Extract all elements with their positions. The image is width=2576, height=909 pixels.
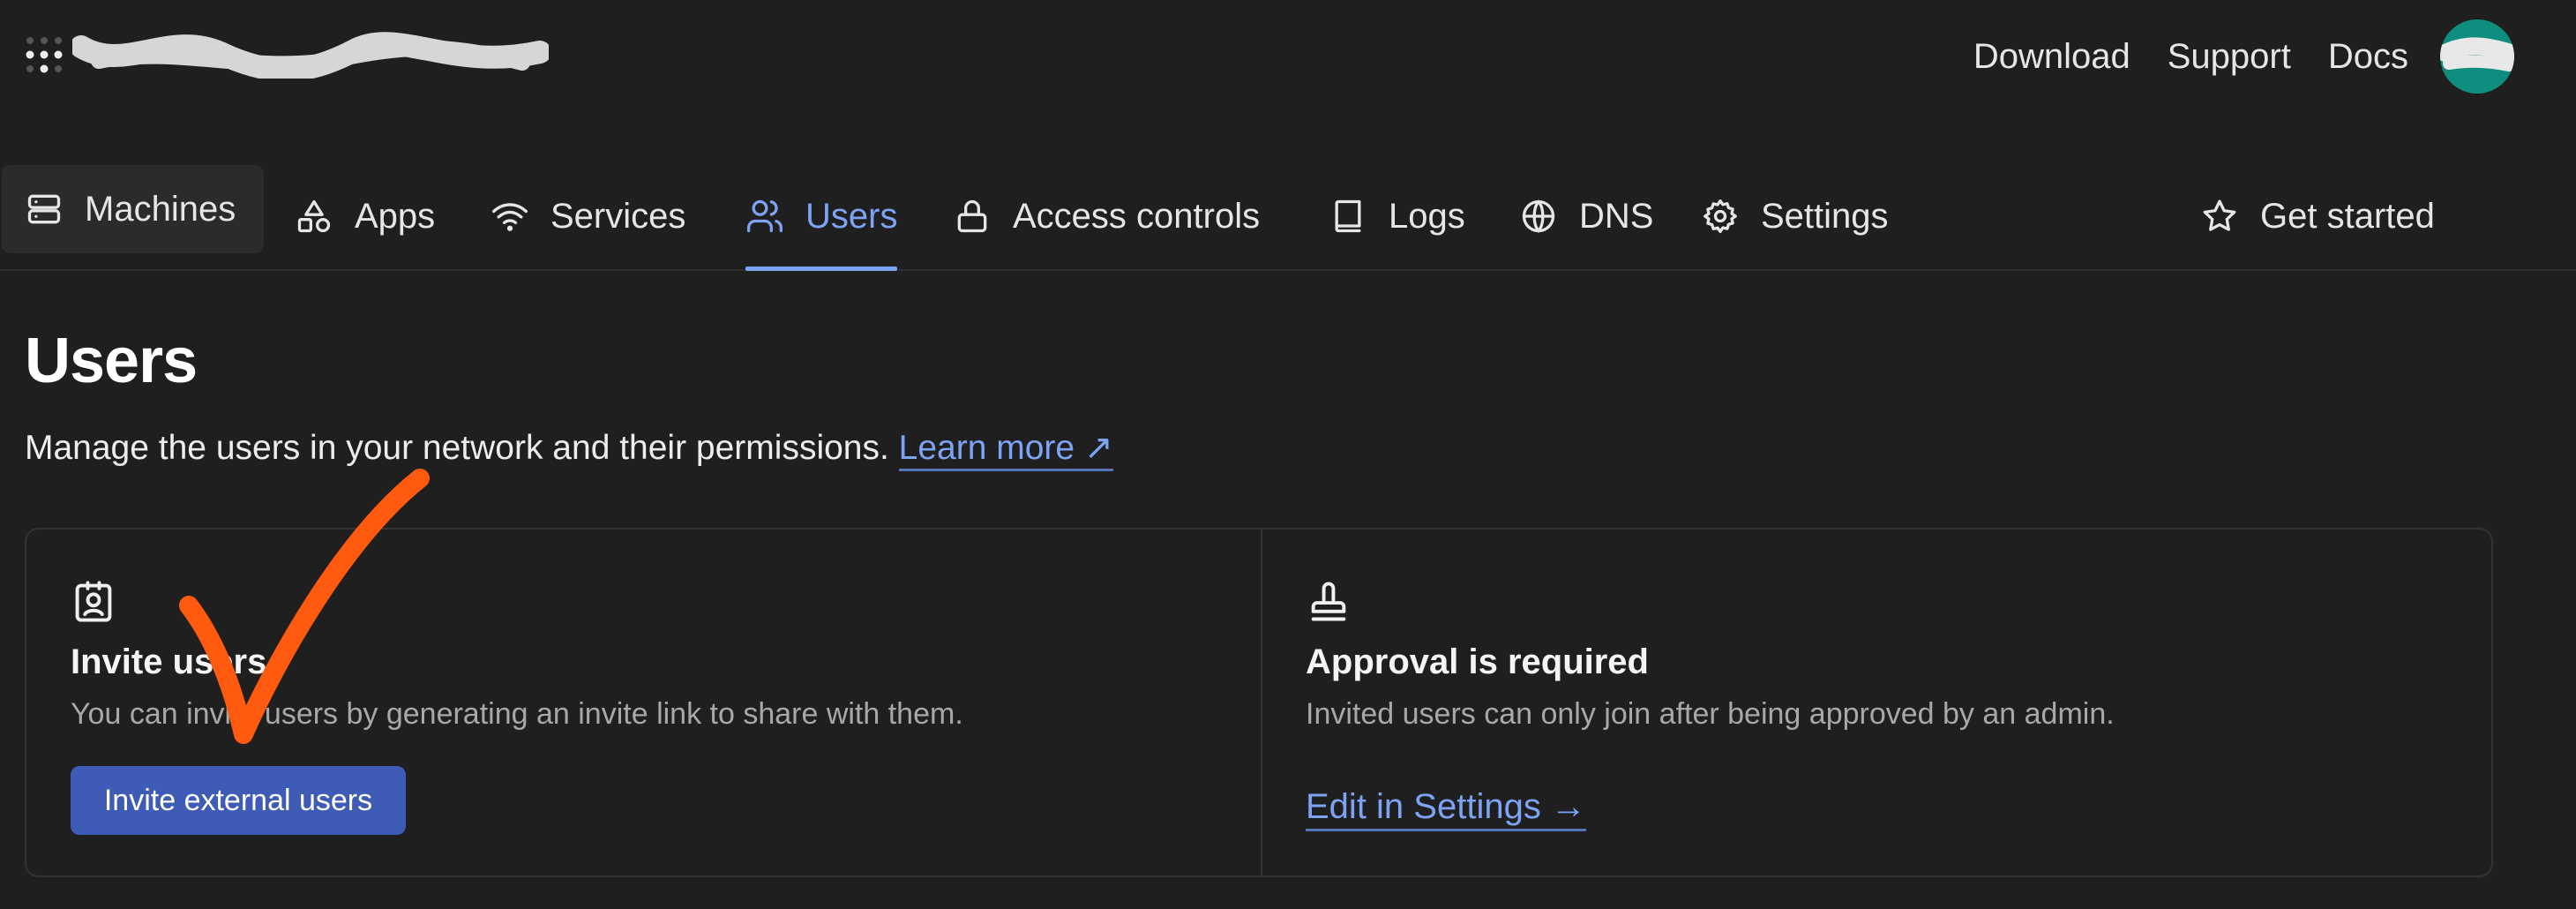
book-icon bbox=[1335, 199, 1361, 233]
download-link[interactable]: Download bbox=[1973, 37, 2130, 77]
card-divider bbox=[1261, 530, 1262, 875]
user-invite-card: Invite users You can invite users by gen… bbox=[25, 528, 2493, 877]
stamp-icon bbox=[1311, 582, 1346, 621]
top-bar: Download Support Docs bbox=[0, 0, 2576, 113]
tab-machines-label: Machines bbox=[85, 189, 236, 229]
tab-users[interactable]: Users bbox=[745, 163, 898, 271]
tab-get-started[interactable]: Get started bbox=[2200, 163, 2435, 269]
tab-settings-label: Settings bbox=[1761, 196, 1889, 236]
invite-users-title: Invite users bbox=[71, 642, 267, 681]
app-grid-icon[interactable] bbox=[25, 35, 64, 74]
tab-apps[interactable]: Apps bbox=[295, 163, 435, 269]
tab-users-label: Users bbox=[805, 196, 898, 236]
tab-apps-label: Apps bbox=[355, 196, 436, 236]
top-navigation: Download Support Docs bbox=[1936, 19, 2514, 94]
shapes-icon bbox=[297, 199, 331, 233]
main-tabs: Machines Apps Services Users Access cont… bbox=[0, 163, 2576, 271]
tab-dns-label: DNS bbox=[1579, 196, 1654, 236]
gear-icon bbox=[1704, 199, 1737, 234]
approval-description: Invited users can only join after being … bbox=[1306, 697, 2115, 731]
globe-icon bbox=[1522, 199, 1555, 234]
avatar-redaction bbox=[2440, 37, 2514, 71]
approval-title: Approval is required bbox=[1306, 642, 1649, 681]
id-badge-icon bbox=[75, 581, 112, 622]
edit-in-settings-link[interactable]: Edit in Settings → bbox=[1306, 787, 1586, 831]
wifi-icon bbox=[492, 203, 528, 231]
invite-external-users-button[interactable]: Invite external users bbox=[71, 766, 406, 835]
tab-logs-label: Logs bbox=[1389, 196, 1465, 236]
lock-icon bbox=[957, 199, 987, 233]
page-description: Manage the users in your network and the… bbox=[25, 428, 1113, 471]
support-link[interactable]: Support bbox=[2168, 37, 2291, 77]
tab-services[interactable]: Services bbox=[490, 163, 685, 269]
invite-users-description: You can invite users by generating an in… bbox=[71, 697, 963, 731]
tab-services-label: Services bbox=[550, 196, 686, 236]
tab-dns[interactable]: DNS bbox=[1519, 163, 1653, 269]
server-icon bbox=[27, 194, 61, 224]
star-icon bbox=[2203, 199, 2236, 231]
tab-logs[interactable]: Logs bbox=[1329, 163, 1465, 269]
users-icon bbox=[747, 199, 783, 233]
learn-more-link[interactable]: Learn more ↗ bbox=[898, 429, 1113, 471]
tab-access-controls-label: Access controls bbox=[1013, 196, 1261, 236]
tab-machines[interactable]: Machines bbox=[2, 165, 265, 253]
tab-access-controls[interactable]: Access controls bbox=[953, 163, 1260, 269]
tab-get-started-label: Get started bbox=[2260, 196, 2435, 236]
tab-settings[interactable]: Settings bbox=[1701, 163, 1889, 269]
page-description-text: Manage the users in your network and the… bbox=[25, 429, 889, 467]
docs-link[interactable]: Docs bbox=[2328, 37, 2408, 77]
redacted-tailnet-name[interactable] bbox=[72, 29, 549, 79]
active-tab-indicator bbox=[745, 267, 898, 271]
avatar[interactable] bbox=[2440, 19, 2514, 94]
page-title: Users bbox=[25, 326, 198, 396]
